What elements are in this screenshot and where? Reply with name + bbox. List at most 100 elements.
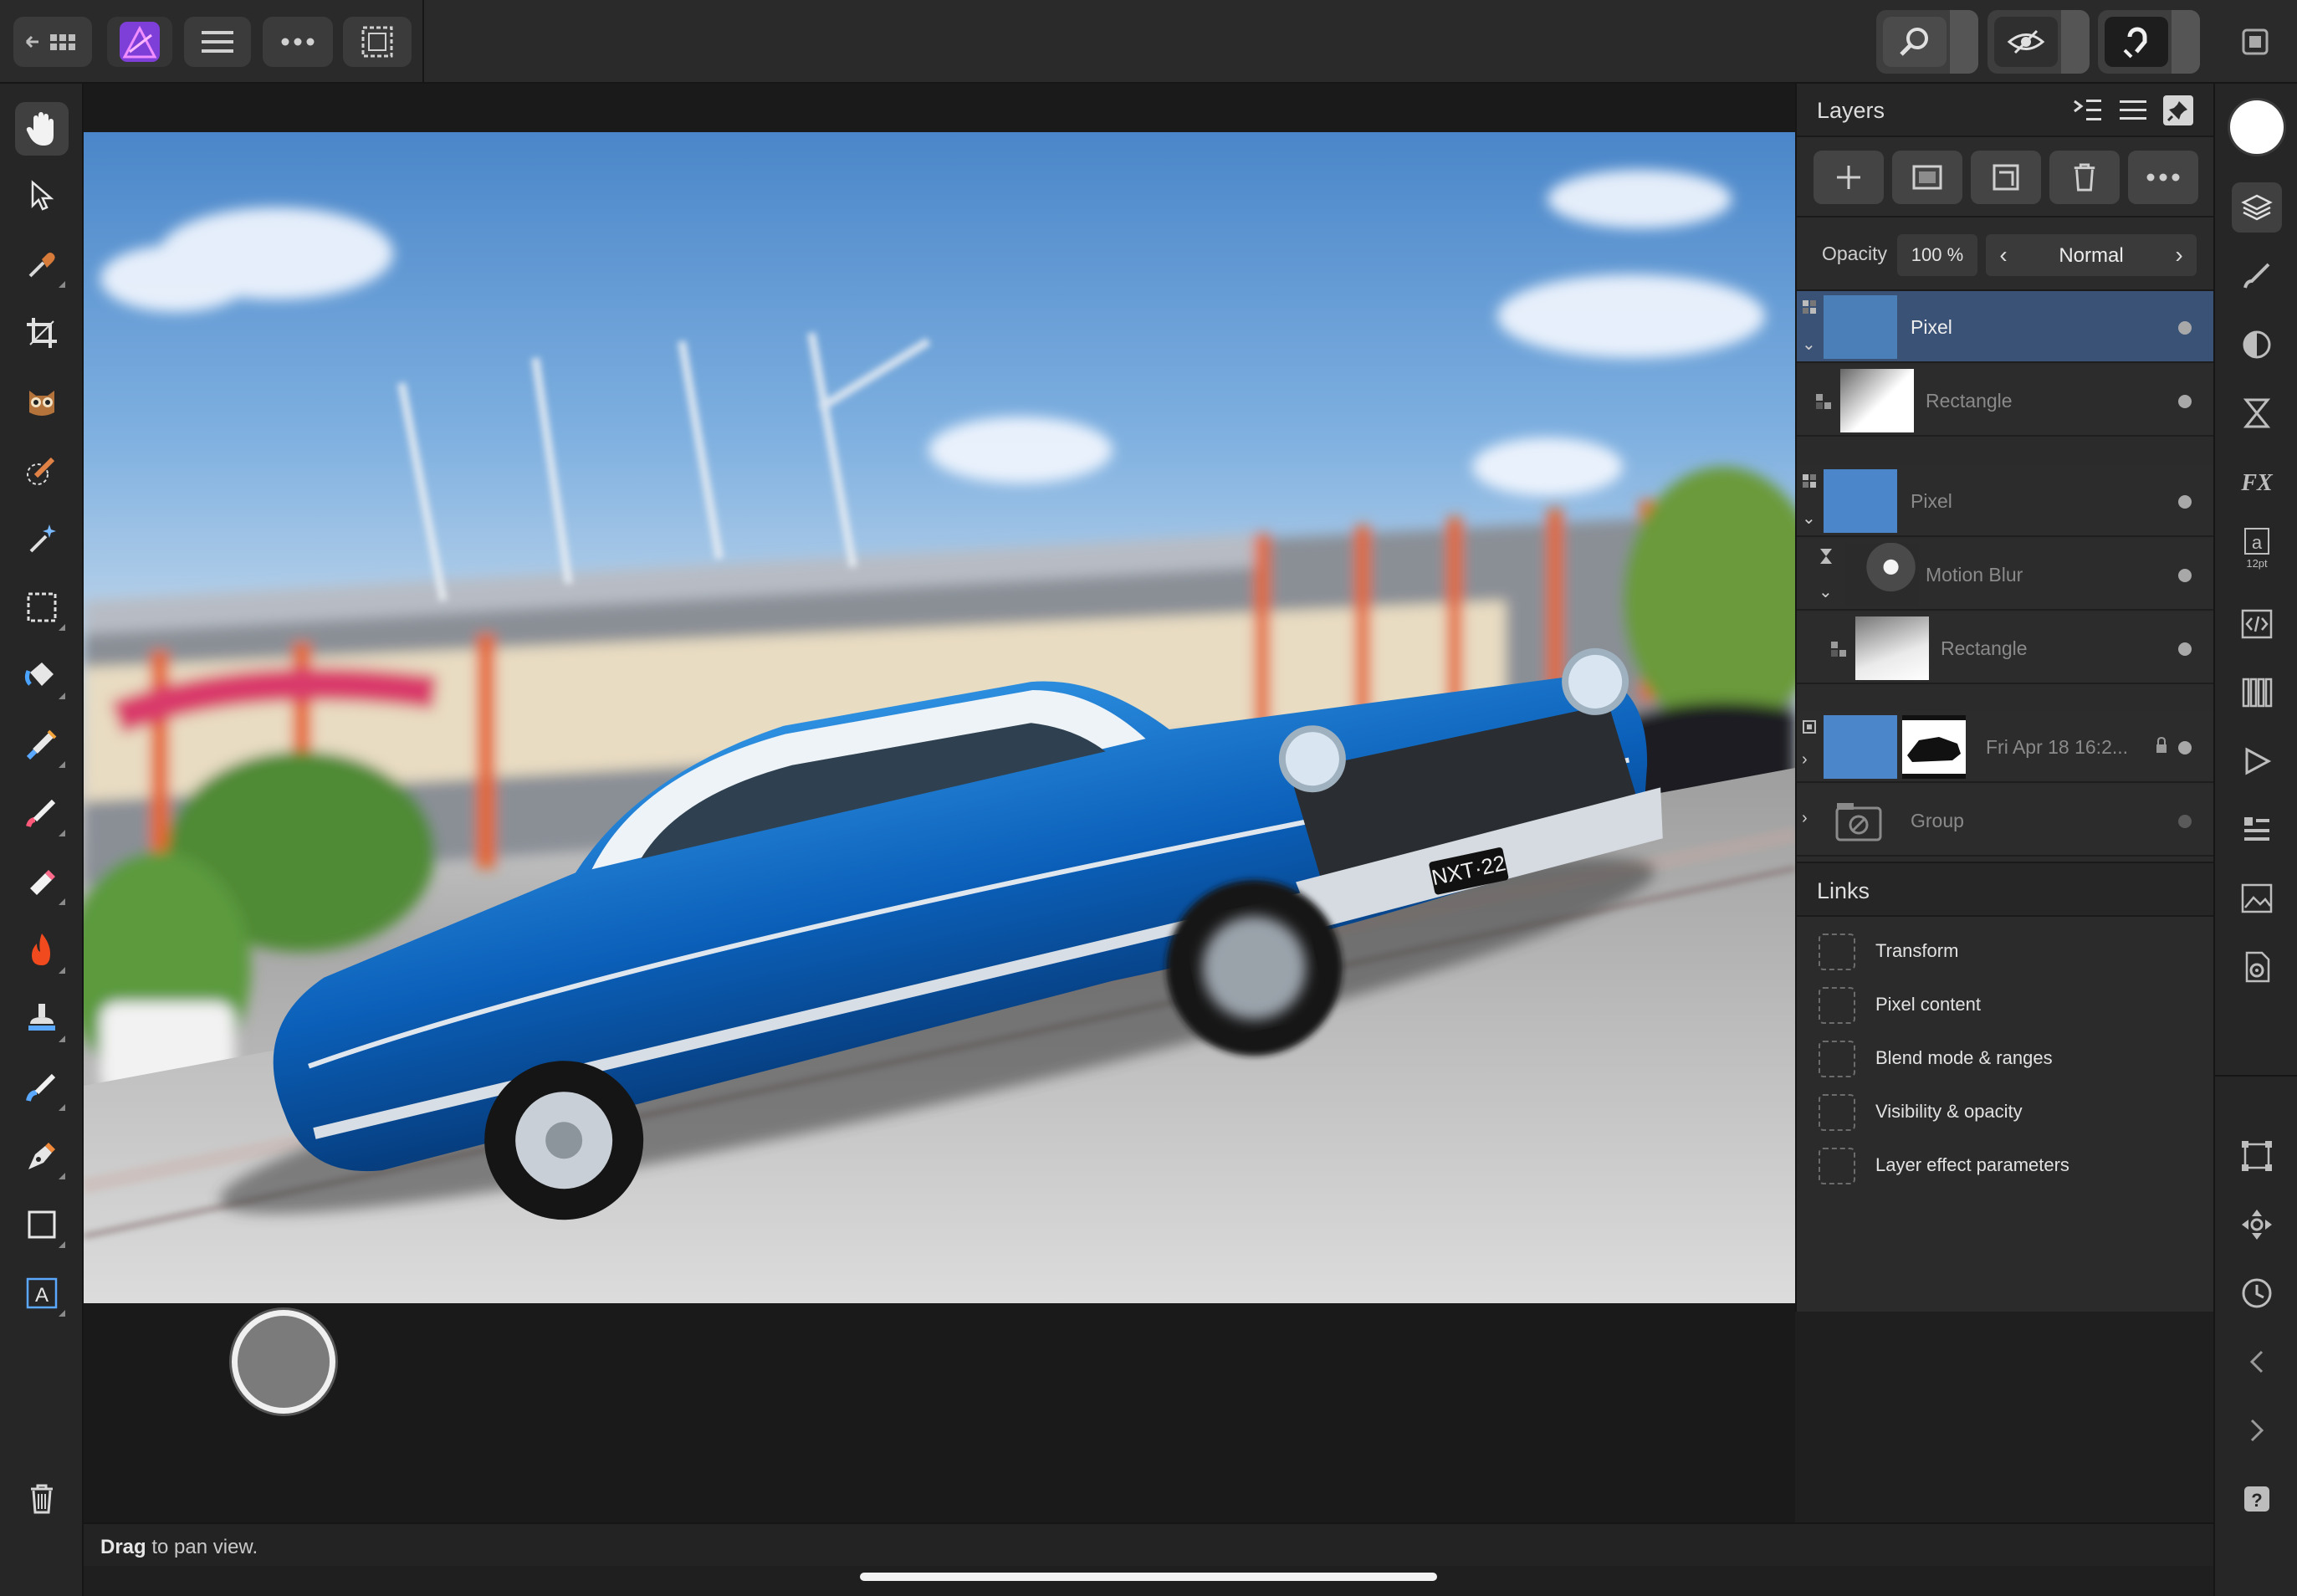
opacity-field[interactable]: 100 % [1897,234,1977,276]
layer-visibility-dot[interactable] [2178,569,2192,582]
studio-undo[interactable] [2232,1337,2282,1387]
home-indicator[interactable] [860,1573,1437,1581]
blend-mode-selector[interactable]: ‹ Normal › [1986,234,2197,276]
studio-transform[interactable] [2232,1131,2282,1181]
tool-magic-wand[interactable] [15,512,69,565]
layer-expand-toggle[interactable]: ⌄ [1802,510,1819,527]
layer-expand-toggle[interactable]: ⌄ [1819,584,1835,601]
link-visibility-opacity[interactable]: Visibility & opacity [1797,1084,2215,1138]
layer-visibility-dot[interactable] [2178,395,2192,408]
tool-burn[interactable] [15,923,69,977]
layer-row-group[interactable]: › Group [1797,785,2215,857]
pin-icon [2167,101,2187,121]
zoom-view-flyout[interactable] [1950,10,1978,74]
quickmask-button[interactable] [1994,17,2058,67]
link-transform[interactable]: Transform [1797,923,2215,977]
layer-visibility-dot[interactable] [2178,815,2192,828]
tool-color-picker[interactable] [15,238,69,291]
app-persona-button[interactable] [107,17,172,67]
link-layer-effects[interactable]: Layer effect parameters [1797,1138,2215,1191]
tool-text[interactable]: A [15,1266,69,1320]
studio-move[interactable] [2232,1200,2282,1250]
link-checkbox[interactable] [1819,1041,1855,1077]
layer-row-pixel-selected[interactable]: ⌄ Pixel [1797,291,2215,363]
snapping-button[interactable] [2105,17,2168,67]
studio-navigator[interactable] [2232,873,2282,923]
duplicate-layer-button[interactable] [1971,151,2041,204]
tool-hand[interactable] [15,102,69,156]
layer-expand-toggle[interactable]: › [1802,810,1819,826]
tool-paint-mixer[interactable] [15,718,69,771]
add-mask-button[interactable] [1892,151,1962,204]
delete-layer-button[interactable] [2049,151,2120,204]
snapping-flyout[interactable] [2172,10,2200,74]
studio-macros[interactable] [2232,599,2282,649]
blend-next-button[interactable]: › [2168,243,2190,268]
studio-channels[interactable] [2232,668,2282,718]
tool-retouch[interactable] [15,1061,69,1114]
tool-selection-brush[interactable] [15,443,69,497]
studio-history[interactable] [2232,1268,2282,1318]
layer-row-pixel[interactable]: ⌄ Pixel [1797,465,2215,537]
studio-divider [2215,1075,2297,1077]
tool-clone[interactable] [15,992,69,1046]
tool-move[interactable] [15,169,69,223]
layer-row-rectangle[interactable]: Rectangle [1797,365,2215,437]
menu-button[interactable] [184,17,251,67]
selection-brush-icon [27,457,55,485]
layer-row-image[interactable]: › Fri Apr 18 16:2... [1797,711,2215,783]
tool-erase[interactable] [15,855,69,908]
layer-expand-toggle[interactable]: ⌄ [1802,336,1819,353]
studio-brushes[interactable] [2232,251,2282,301]
layer-row-rectangle-nested[interactable]: Rectangle [1797,612,2215,684]
zoom-view-button[interactable] [1883,17,1947,67]
fullscreen-button[interactable] [2230,17,2280,67]
studio-redo[interactable] [2232,1405,2282,1455]
studio-help[interactable]: ? [2232,1474,2282,1524]
studio-document-settings[interactable] [2232,942,2282,992]
more-button[interactable] [263,17,333,67]
layer-visibility-dot[interactable] [2178,642,2192,656]
layer-expand-toggle[interactable]: › [1802,751,1819,768]
studio-adjustments[interactable] [2232,320,2282,370]
studio-effects[interactable]: FX [2232,457,2282,507]
selection-button[interactable] [343,17,412,67]
add-layer-button[interactable] [1814,151,1884,204]
studio-layers[interactable] [2232,182,2282,233]
studio-stock[interactable] [2232,805,2282,855]
tool-fill[interactable] [15,649,69,703]
tool-red-eye[interactable] [15,375,69,428]
studio-live-filters[interactable] [2232,388,2282,438]
link-checkbox[interactable] [1819,934,1855,970]
panel-menu-button[interactable] [2118,95,2148,125]
tool-crop[interactable] [15,306,69,360]
tool-delete[interactable] [15,1472,69,1526]
document-image[interactable]: NXT·22 [84,132,1795,1303]
blend-prev-button[interactable]: ‹ [1993,243,2014,268]
tool-pen[interactable] [15,1129,69,1183]
layer-visibility-dot[interactable] [2178,321,2192,335]
tool-paint-brush[interactable] [15,786,69,840]
collapse-panel-button[interactable] [2073,95,2103,125]
studio-play[interactable] [2232,736,2282,786]
link-pixel-content[interactable]: Pixel content [1797,977,2215,1031]
link-checkbox[interactable] [1819,987,1855,1024]
pin-panel-button[interactable] [2163,95,2193,125]
tool-rectangle[interactable] [15,1198,69,1251]
link-checkbox[interactable] [1819,1094,1855,1131]
back-grid-button[interactable] [13,17,92,67]
color-well[interactable] [2230,100,2284,154]
layer-visibility-dot[interactable] [2178,495,2192,509]
studio-text-styles[interactable]: a 12pt [2232,525,2282,575]
floating-modifier-button[interactable] [232,1310,335,1414]
tool-marquee[interactable] [15,581,69,634]
layer-visibility-dot[interactable] [2178,741,2192,755]
layer-more-button[interactable] [2128,151,2198,204]
layer-row-motion-blur[interactable]: ⌄ Motion Blur [1797,539,2215,611]
transform-icon [2242,1141,2272,1171]
link-blend-mode[interactable]: Blend mode & ranges [1797,1031,2215,1084]
link-checkbox[interactable] [1819,1148,1855,1184]
canvas-area[interactable]: NXT·22 [84,84,1795,1522]
quickmask-flyout[interactable] [2061,10,2090,74]
layer-thumbnail [1840,369,1914,432]
